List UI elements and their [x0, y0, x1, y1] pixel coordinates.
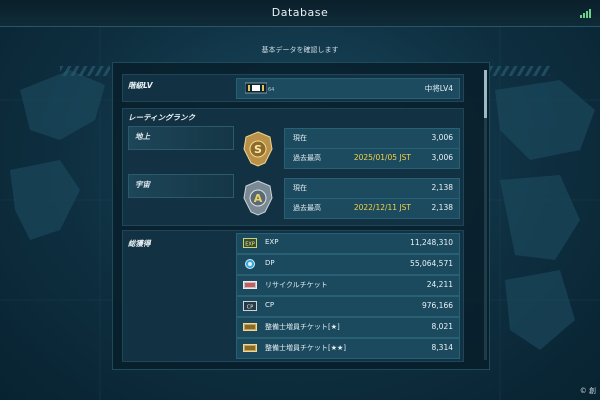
total-row-mechanic-1: 整備士増員チケット[★] 8,021 — [236, 317, 460, 338]
total-label-dp: DP — [265, 259, 275, 267]
svg-text:EXP: EXP — [245, 242, 255, 248]
recycle-ticket-icon — [243, 281, 257, 289]
page-subtitle: 基本データを確認します — [261, 46, 339, 54]
scrollbar-thumb[interactable] — [484, 70, 487, 118]
svg-text:S: S — [254, 143, 262, 156]
decor-stripes-right — [490, 66, 550, 76]
total-value-dp: 55,064,571 — [410, 259, 453, 268]
ground-best-row: 過去最高 2025/01/05 JST 3,006 — [284, 148, 460, 169]
rank-level-label: 階級LV — [128, 81, 153, 90]
ground-current-value: 3,006 — [431, 133, 453, 142]
rank-level-row: 64 中将LV4 — [236, 78, 460, 99]
cp-icon: CP — [243, 301, 257, 311]
space-label-box: 宇宙 — [128, 174, 234, 198]
total-value-mechanic-1: 8,021 — [431, 322, 453, 331]
total-value-cp: 976,166 — [421, 301, 453, 310]
space-current-value: 2,138 — [431, 183, 453, 192]
total-label-mechanic-2: 整備士増員チケット[★★] — [265, 344, 347, 352]
page-title: Database — [271, 6, 329, 19]
rank-insignia-icon — [245, 82, 267, 94]
rank-level-value: 中将LV4 — [424, 84, 453, 93]
space-best-value: 2,138 — [431, 203, 453, 212]
total-label-cp: CP — [265, 301, 275, 309]
total-label-mechanic-1: 整備士増員チケット[★] — [265, 323, 340, 331]
svg-text:CP: CP — [247, 305, 254, 311]
space-best-date: 2022/12/11 JST — [353, 203, 411, 212]
ground-label-box: 地上 — [128, 126, 234, 150]
ground-best-date: 2025/01/05 JST — [353, 153, 411, 162]
total-row-mechanic-2: 整備士増員チケット[★★] 8,314 — [236, 338, 460, 359]
ground-current-label: 現在 — [293, 134, 307, 142]
total-value-recycle: 24,211 — [426, 280, 453, 289]
dp-coin-icon — [245, 259, 255, 269]
rank-badge-s-icon: S — [243, 131, 273, 167]
total-row-cp: CP CP 976,166 — [236, 296, 460, 317]
total-label-recycle: リサイクルチケット — [265, 281, 328, 289]
exp-icon: EXP — [243, 238, 257, 248]
mechanic-ticket-icon — [243, 323, 257, 331]
space-label: 宇宙 — [135, 180, 150, 189]
rating-label: レーティングランク — [128, 113, 196, 122]
space-current-label: 現在 — [293, 184, 307, 192]
signal-strength-icon — [580, 9, 591, 18]
top-bar: Database — [0, 0, 600, 27]
space-current-row: 現在 2,138 — [284, 178, 460, 199]
total-label-exp: EXP — [265, 238, 279, 246]
decor-stripes-left — [60, 66, 110, 76]
panel-scrollbar[interactable] — [484, 70, 487, 360]
totals-label: 総獲得 — [128, 239, 151, 248]
rank-insignia-number: 64 — [268, 87, 275, 93]
total-value-exp: 11,248,310 — [410, 238, 453, 247]
total-row-recycle: リサイクルチケット 24,211 — [236, 275, 460, 296]
mechanic-ticket-2-icon — [243, 344, 257, 352]
space-best-label: 過去最高 — [293, 204, 321, 212]
ground-best-value: 3,006 — [431, 153, 453, 162]
ground-label: 地上 — [135, 132, 150, 141]
space-best-row: 過去最高 2022/12/11 JST 2,138 — [284, 198, 460, 219]
total-row-dp: DP 55,064,571 — [236, 254, 460, 275]
copyright-text: © 創 — [579, 387, 596, 395]
ground-current-row: 現在 3,006 — [284, 128, 460, 149]
ground-best-label: 過去最高 — [293, 154, 321, 162]
svg-text:A: A — [254, 192, 263, 205]
total-row-exp: EXP EXP 11,248,310 — [236, 233, 460, 254]
rank-badge-a-icon: A — [243, 180, 273, 216]
total-value-mechanic-2: 8,314 — [431, 343, 453, 352]
